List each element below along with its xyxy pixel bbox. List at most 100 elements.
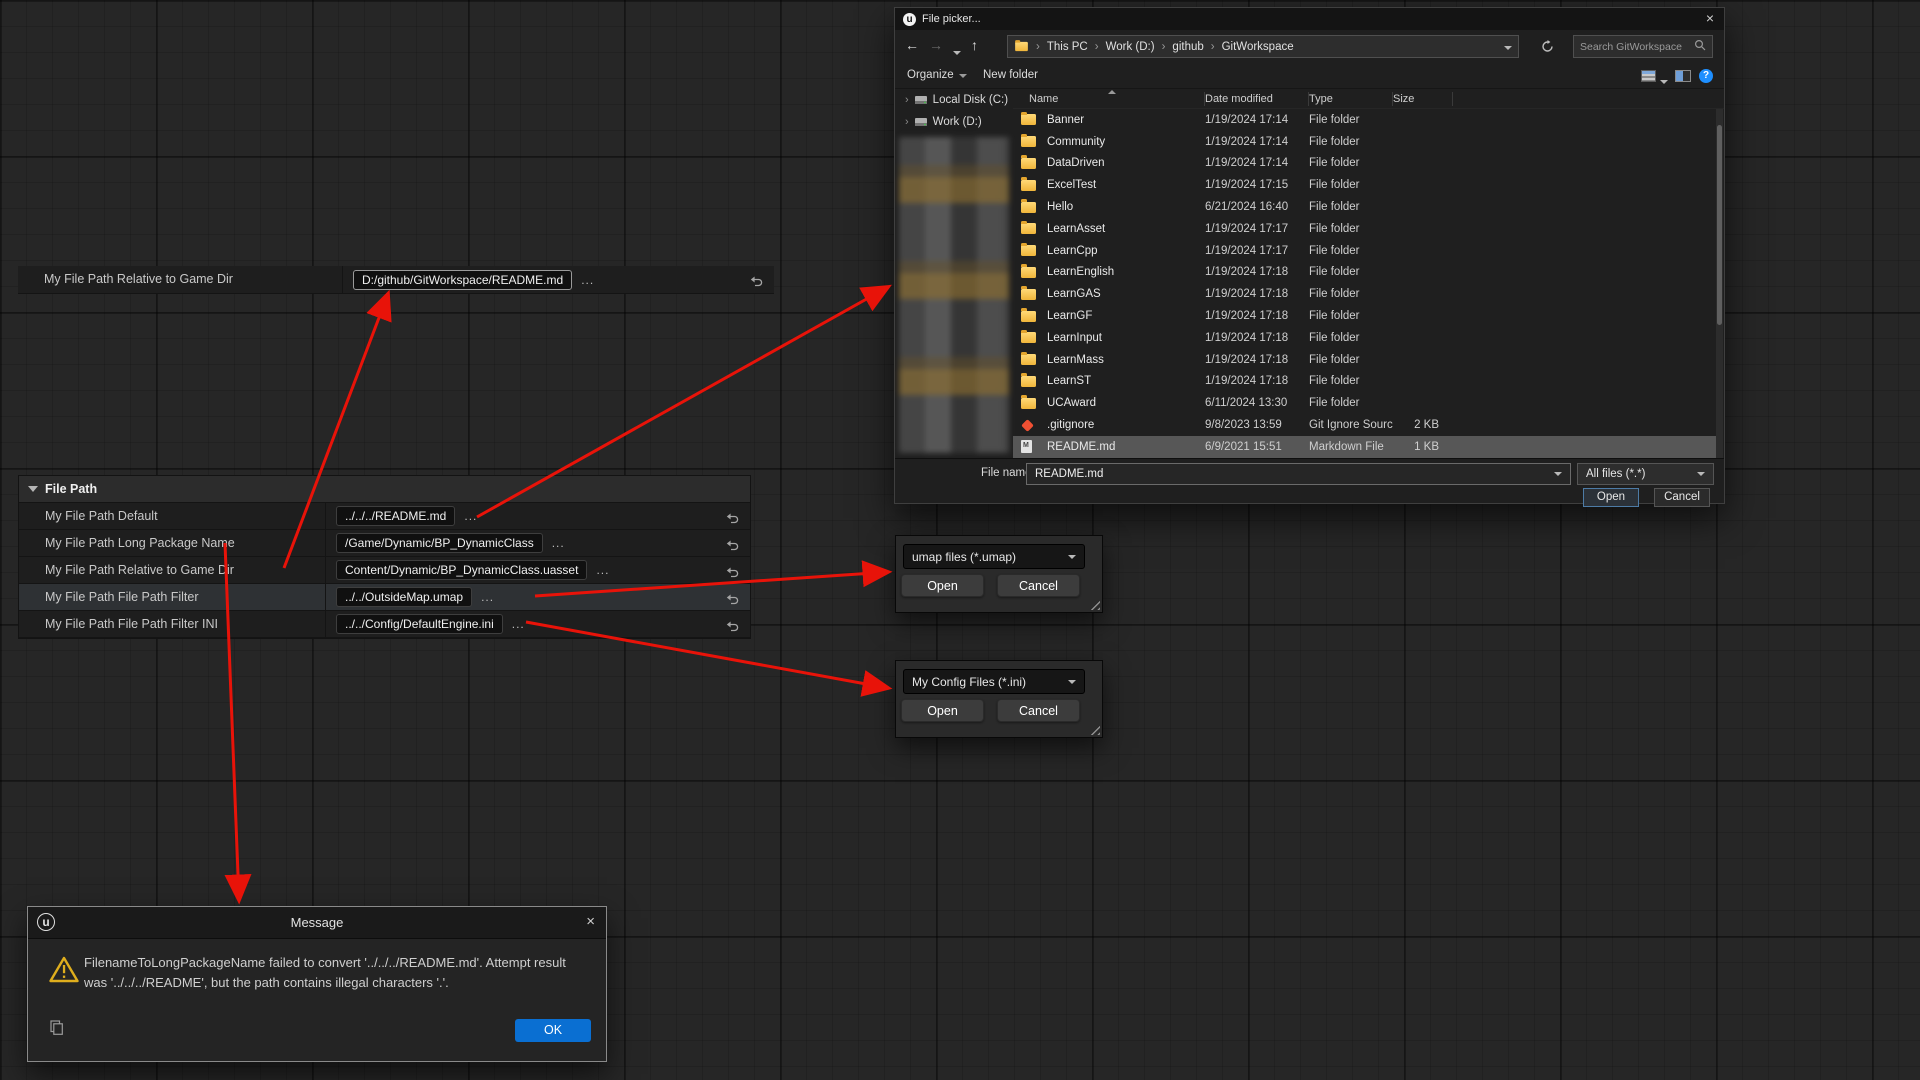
property-row: My File Path File Path Filter INI ../../… bbox=[19, 611, 750, 638]
file-row[interactable]: Hello 6/21/2024 16:40 File folder bbox=[1013, 196, 1716, 218]
message-body: FilenameToLongPackageName failed to conv… bbox=[84, 953, 589, 993]
browse-button[interactable]: ... bbox=[464, 509, 477, 523]
file-row[interactable]: LearnCpp 1/19/2024 17:17 File folder bbox=[1013, 240, 1716, 262]
drive-label: Local Disk (C:) bbox=[933, 94, 1008, 106]
breadcrumb-item[interactable]: This PC bbox=[1029, 41, 1088, 53]
column-header-size[interactable]: Size bbox=[1393, 92, 1453, 106]
help-icon[interactable]: ? bbox=[1699, 69, 1713, 83]
reset-to-default-icon[interactable] bbox=[726, 619, 739, 637]
breadcrumb-item[interactable]: github bbox=[1155, 41, 1204, 53]
file-type-filter-select[interactable]: umap files (*.umap) bbox=[903, 544, 1085, 569]
cancel-button[interactable]: Cancel bbox=[997, 574, 1080, 597]
sidebar-drive-item[interactable]: Work (D:) bbox=[895, 111, 1013, 133]
open-button[interactable]: Open bbox=[901, 574, 984, 597]
category-expand-icon bbox=[28, 486, 38, 492]
reset-to-default-icon[interactable] bbox=[750, 274, 763, 292]
file-row[interactable]: UCAward 6/11/2024 13:30 File folder bbox=[1013, 392, 1716, 414]
drive-label: Work (D:) bbox=[933, 116, 982, 128]
file-type-icon bbox=[1021, 440, 1036, 453]
copy-to-clipboard-icon[interactable] bbox=[50, 1020, 63, 1040]
forward-icon[interactable]: → bbox=[929, 37, 943, 53]
file-picker-footer: File name: README.md All files (*.*) Ope… bbox=[895, 458, 1724, 503]
file-row[interactable]: LearnInput 1/19/2024 17:18 File folder bbox=[1013, 327, 1716, 349]
file-type-icon bbox=[1021, 136, 1036, 147]
search-box[interactable]: Search GitWorkspace bbox=[1573, 35, 1713, 58]
breadcrumb-item[interactable]: Work (D:) bbox=[1088, 41, 1155, 53]
file-path-value-field[interactable]: ../../OutsideMap.umap bbox=[336, 587, 472, 607]
organize-button[interactable]: Organize bbox=[907, 69, 967, 81]
file-row[interactable]: LearnGAS 1/19/2024 17:18 File folder bbox=[1013, 283, 1716, 305]
chevron-down-icon[interactable] bbox=[1554, 472, 1562, 476]
titlebar[interactable]: u Message × bbox=[28, 907, 606, 939]
file-row[interactable]: ExcelTest 1/19/2024 17:15 File folder bbox=[1013, 174, 1716, 196]
file-row[interactable]: DataDriven 1/19/2024 17:14 File folder bbox=[1013, 153, 1716, 175]
file-type-select[interactable]: All files (*.*) bbox=[1577, 463, 1714, 485]
reset-to-default-icon[interactable] bbox=[726, 592, 739, 610]
reset-to-default-icon[interactable] bbox=[726, 511, 739, 529]
view-dropdown-icon[interactable] bbox=[1660, 75, 1668, 87]
property-label: My File Path Relative to Game Dir bbox=[18, 266, 343, 293]
browse-button[interactable]: ... bbox=[481, 590, 494, 604]
file-row[interactable]: .gitignore 9/8/2023 13:59 Git Ignore Sou… bbox=[1013, 414, 1716, 436]
file-type-icon bbox=[1021, 223, 1036, 234]
file-path-value-field[interactable]: ../../Config/DefaultEngine.ini bbox=[336, 614, 503, 634]
close-icon[interactable]: × bbox=[586, 913, 595, 930]
history-chevron-icon[interactable] bbox=[953, 42, 961, 58]
scrollbar-thumb[interactable] bbox=[1717, 125, 1722, 325]
cancel-button[interactable]: Cancel bbox=[1654, 488, 1710, 507]
file-row[interactable]: LearnGF 1/19/2024 17:18 File folder bbox=[1013, 305, 1716, 327]
browse-button[interactable]: ... bbox=[596, 563, 609, 577]
folder-tree-sidebar: Local Disk (C:) Work (D:) bbox=[895, 89, 1013, 458]
browse-button[interactable]: ... bbox=[581, 273, 594, 287]
new-folder-button[interactable]: New folder bbox=[983, 69, 1038, 81]
file-picker-window: u File picker... × ← → ↑ This PCWork (D:… bbox=[894, 7, 1725, 504]
file-path-value-field[interactable]: Content/Dynamic/BP_DynamicClass.uasset bbox=[336, 560, 587, 580]
category-header[interactable]: File Path bbox=[19, 476, 750, 503]
open-button[interactable]: Open bbox=[901, 699, 984, 722]
address-bar[interactable]: This PCWork (D:)githubGitWorkspace bbox=[1007, 35, 1519, 58]
column-header-date[interactable]: Date modified bbox=[1205, 92, 1309, 106]
file-path-value-field[interactable]: D:/github/GitWorkspace/README.md bbox=[353, 270, 572, 290]
reset-to-default-icon[interactable] bbox=[726, 565, 739, 583]
resize-grip[interactable] bbox=[1089, 724, 1100, 735]
change-view-icon[interactable] bbox=[1641, 70, 1656, 82]
file-path-value-field[interactable]: ../../../README.md bbox=[336, 506, 455, 526]
ok-button[interactable]: OK bbox=[515, 1019, 591, 1042]
titlebar[interactable]: u File picker... × bbox=[895, 8, 1724, 30]
resize-grip[interactable] bbox=[1089, 599, 1100, 610]
browse-button[interactable]: ... bbox=[512, 617, 525, 631]
column-header-name[interactable]: Name bbox=[1029, 92, 1205, 106]
close-icon[interactable]: × bbox=[1706, 10, 1714, 26]
file-row[interactable]: Community 1/19/2024 17:14 File folder bbox=[1013, 131, 1716, 153]
address-dropdown-icon[interactable] bbox=[1504, 41, 1512, 53]
browse-button[interactable]: ... bbox=[552, 536, 565, 550]
preview-pane-icon[interactable] bbox=[1675, 70, 1691, 82]
cancel-button[interactable]: Cancel bbox=[997, 699, 1080, 722]
property-row: My File Path Default ../../../README.md … bbox=[19, 503, 750, 530]
file-row[interactable]: LearnAsset 1/19/2024 17:17 File folder bbox=[1013, 218, 1716, 240]
back-icon[interactable]: ← bbox=[905, 37, 919, 53]
chevron-down-icon[interactable] bbox=[1697, 472, 1705, 476]
file-row[interactable]: Banner 1/19/2024 17:14 File folder bbox=[1013, 109, 1716, 131]
umap-filter-dialog: umap files (*.umap) Open Cancel bbox=[895, 535, 1103, 613]
file-row[interactable]: LearnMass 1/19/2024 17:18 File folder bbox=[1013, 349, 1716, 371]
file-row[interactable]: README.md 6/9/2021 15:51 Markdown File 1… bbox=[1013, 436, 1716, 458]
sidebar-drive-item[interactable]: Local Disk (C:) bbox=[895, 89, 1013, 111]
sort-indicator-icon bbox=[1108, 90, 1116, 94]
column-header-type[interactable]: Type bbox=[1309, 92, 1393, 106]
open-button[interactable]: Open bbox=[1583, 488, 1639, 507]
unreal-logo-icon: u bbox=[903, 13, 916, 26]
up-icon[interactable]: ↑ bbox=[971, 37, 978, 53]
file-list: Name Date modified Type Size Banner 1/19… bbox=[1013, 89, 1724, 458]
property-row-relative-to-game-dir: My File Path Relative to Game Dir D:/git… bbox=[18, 266, 774, 294]
breadcrumb-item[interactable]: GitWorkspace bbox=[1204, 41, 1294, 53]
refresh-icon[interactable] bbox=[1541, 40, 1554, 58]
file-row[interactable]: LearnEnglish 1/19/2024 17:18 File folder bbox=[1013, 262, 1716, 284]
file-path-value-field[interactable]: /Game/Dynamic/BP_DynamicClass bbox=[336, 533, 543, 553]
file-type-filter-select[interactable]: My Config Files (*.ini) bbox=[903, 669, 1085, 694]
scrollbar[interactable] bbox=[1716, 109, 1723, 458]
file-name-input[interactable]: README.md bbox=[1026, 463, 1571, 485]
file-row[interactable]: LearnST 1/19/2024 17:18 File folder bbox=[1013, 371, 1716, 393]
command-bar: Organize New folder ? bbox=[895, 63, 1724, 89]
reset-to-default-icon[interactable] bbox=[726, 538, 739, 556]
